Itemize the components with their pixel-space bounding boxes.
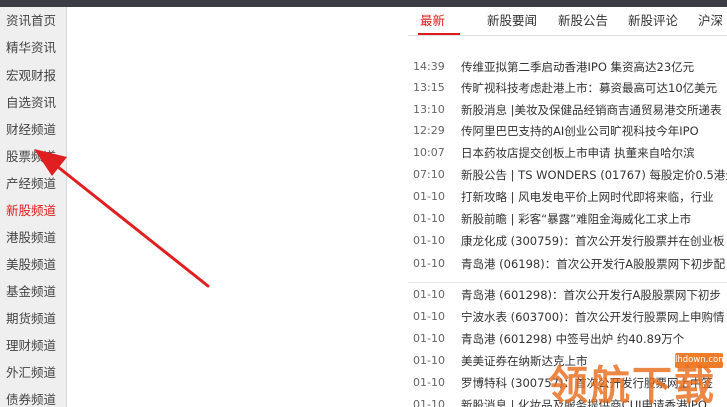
sidebar-item-funds[interactable]: 基金频道 [0,278,66,305]
sidebar-item-watchlist[interactable]: 自选资讯 [0,89,66,116]
news-divider [408,282,727,283]
news-time: 01-10 [413,376,445,389]
news-row[interactable]: 12:29 传阿里巴巴支持的AI创业公司旷视科技今年IPO [408,120,727,142]
news-title[interactable]: 新股公告 | TS WONDERS (01767) 每股定价0.5港元 [461,164,727,186]
news-time: 01-10 [413,212,445,225]
news-row[interactable]: 01-10 康龙化成 (300759)：首次公开发行股票并在创业板 [408,230,727,252]
sidebar-item-macro[interactable]: 宏观财报 [0,62,66,89]
news-title[interactable]: 传旷视科技考虑赴港上市：募资最高可达10亿美元 [461,77,717,99]
channel-sidebar: 资讯首页 精华资讯 宏观财报 自选资讯 财经频道 股票频道 产经频道 新股频道 … [0,7,67,407]
window-top-bar [0,0,727,7]
news-row[interactable]: 01-10 宁波水表 (603700)：首次公开发行股票网上申购情 [408,306,727,328]
news-time: 12:29 [413,124,445,137]
watermark-logo-text: 领航下载 [548,363,716,407]
news-row[interactable]: 14:39 传维亚拟第二季启动香港IPO 集资高达23亿元 [408,56,727,78]
news-row[interactable]: 01-10 新股前瞻 | 彩客“暴露”难阻金海威化工求上市 [408,208,727,230]
tab-ipo-headlines[interactable]: 新股要闻 [487,7,537,35]
news-row[interactable]: 01-10 打新攻略 | 风电发电平价上网时代即将来临，行业 [408,186,727,208]
news-title[interactable]: 传阿里巴巴支持的AI创业公司旷视科技今年IPO [461,120,699,142]
news-time: 07:10 [413,168,445,181]
news-time: 10:07 [413,146,445,159]
news-time: 01-10 [413,288,445,301]
news-row[interactable]: 01-10 青岛港 (06198)：首次公开发行A股股票网下初步配 [408,253,727,275]
sidebar-item-stocks[interactable]: 股票频道 [0,143,66,170]
tab-shanghai-shenzhen[interactable]: 沪深 [698,7,723,35]
news-row[interactable]: 13:15 传旷视科技考虑赴港上市：募资最高可达10亿美元 [408,77,727,99]
news-row[interactable]: 07:10 新股公告 | TS WONDERS (01767) 每股定价0.5港元 [408,164,727,186]
news-row[interactable]: 01-10 青岛港 (601298) 中签号出炉 约40.89万个 [408,328,727,350]
news-title[interactable]: 青岛港 (601298) 中签号出炉 约40.89万个 [461,328,684,350]
tab-latest[interactable]: 最新 [420,7,445,35]
news-title[interactable]: 宁波水表 (603700)：首次公开发行股票网上申购情 [461,306,725,328]
news-time: 01-10 [413,398,445,407]
news-title[interactable]: 日本药妆店提交创板上市申请 执董来自哈尔滨 [461,142,695,164]
news-row[interactable]: 01-10 青岛港 (601298)：首次公开发行A股股票网下初步 [408,284,727,306]
news-row[interactable]: 10:07 日本药妆店提交创板上市申请 执董来自哈尔滨 [408,142,727,164]
sidebar-item-wealth[interactable]: 理财频道 [0,332,66,359]
sidebar-item-us-stocks[interactable]: 美股频道 [0,251,66,278]
sidebar-item-forex[interactable]: 外汇频道 [0,359,66,386]
active-tab-indicator [418,33,460,35]
news-time: 01-10 [413,332,445,345]
news-title[interactable]: 打新攻略 | 风电发电平价上网时代即将来临，行业 [461,186,714,208]
news-tab-bar: 最新 新股要闻 新股公告 新股评论 沪深 [408,7,727,36]
tab-ipo-announcements[interactable]: 新股公告 [558,7,608,35]
news-title[interactable]: 新股前瞻 | 彩客“暴露”难阻金海威化工求上市 [461,208,691,230]
news-title[interactable]: 青岛港 (06198)：首次公开发行A股股票网下初步配 [461,253,725,275]
news-time: 01-10 [413,257,445,270]
sidebar-item-featured[interactable]: 精华资讯 [0,34,66,61]
news-title[interactable]: 青岛港 (601298)：首次公开发行A股股票网下初步 [461,284,721,306]
sidebar-item-futures[interactable]: 期货频道 [0,305,66,332]
news-time: 01-10 [413,354,445,367]
news-title[interactable]: 康龙化成 (300759)：首次公开发行股票并在创业板 [461,230,725,252]
annotation-arrow-shaft [56,165,210,288]
tab-ipo-commentary[interactable]: 新股评论 [628,7,678,35]
news-row[interactable]: 13:10 新股消息 |美妆及保健品经销商吉通贸易港交所递表 [408,99,727,121]
sidebar-item-industry[interactable]: 产经频道 [0,170,66,197]
sidebar-item-finance[interactable]: 财经频道 [0,116,66,143]
news-title[interactable]: 新股消息 |美妆及保健品经销商吉通贸易港交所递表 [461,99,722,121]
sidebar-item-news-home[interactable]: 资讯首页 [0,7,66,34]
sidebar-item-bonds[interactable]: 债券频道 [0,386,66,407]
news-title[interactable]: 传维亚拟第二季启动香港IPO 集资高达23亿元 [461,56,694,78]
sidebar-item-new-stocks[interactable]: 新股频道 [0,197,66,224]
news-time: 01-10 [413,190,445,203]
sidebar-item-hk-stocks[interactable]: 港股频道 [0,224,66,251]
news-time: 01-10 [413,310,445,323]
news-time: 13:10 [413,103,445,116]
news-time: 14:39 [413,60,445,73]
news-time: 01-10 [413,234,445,247]
news-time: 13:15 [413,81,445,94]
